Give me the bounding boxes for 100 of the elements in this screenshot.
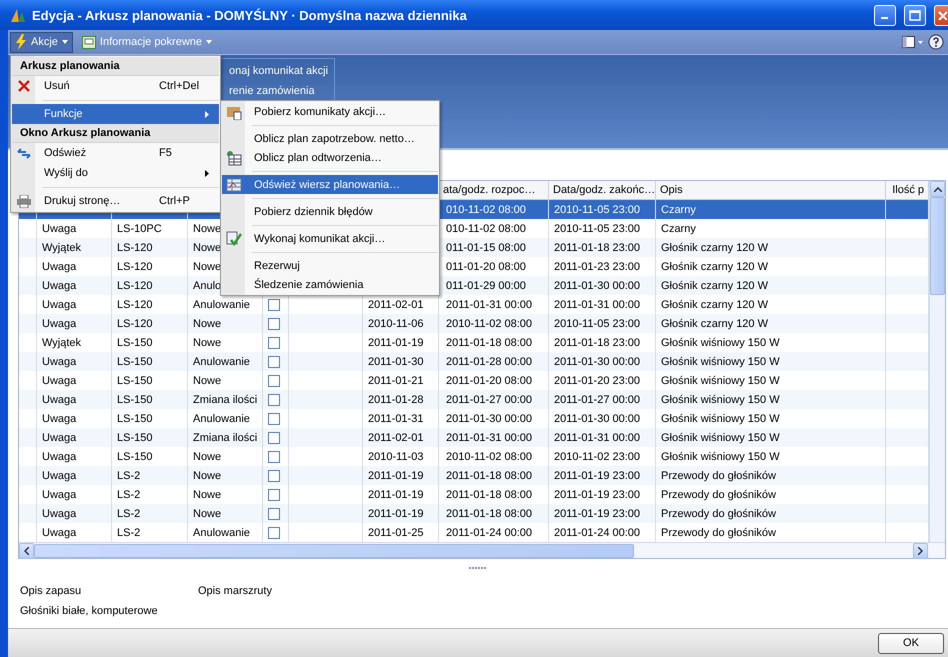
checkbox[interactable] <box>268 336 280 348</box>
table-cell: 2010-11-02 08:00 <box>446 450 532 462</box>
table-cell: LS-120 <box>117 280 152 292</box>
table-cell: 2011-01-27 00:00 <box>446 394 532 406</box>
ok-button[interactable]: OK <box>878 632 944 654</box>
table-cell: 011-01-15 08:00 <box>446 242 526 254</box>
scroll-left-icon[interactable] <box>24 546 29 554</box>
table-cell: Uwaga <box>42 412 76 424</box>
table-cell: LS-150 <box>117 394 152 406</box>
table-cell: LS-150 <box>117 412 152 424</box>
table-cell: LS-120 <box>117 298 152 310</box>
submenu-arrow-icon <box>205 170 209 176</box>
table-cell: Wyjątek <box>42 336 82 348</box>
table-cell: 2011-01-24 00:00 <box>446 526 532 538</box>
table-cell: Głośnik wiśniowy 150 W <box>661 336 780 348</box>
column-header[interactable]: Opis <box>660 184 683 196</box>
checkbox[interactable] <box>268 318 280 330</box>
table-cell: LS-120 <box>117 260 152 272</box>
table-cell: Wyjątek <box>42 242 82 254</box>
table-cell: LS-2 <box>117 508 140 520</box>
table-cell: Uwaga <box>42 508 76 520</box>
menu-item[interactable]: Funkcje <box>12 104 219 124</box>
table-cell: Uwaga <box>42 470 76 482</box>
menu-item[interactable]: Śledzenie zamówienia <box>222 275 438 294</box>
checkbox[interactable] <box>268 470 280 482</box>
table-row[interactable]: Uwaga LS-150 Zmiana ilości 2011-02-01 2011-01-31 00:00 2011-01-31 00:00 Głośnik wiśniowy 150 W <box>19 428 929 447</box>
table-cell: Czarny <box>661 204 696 216</box>
menu-item[interactable]: Pobierz komunikaty akcji… <box>222 102 438 121</box>
toolbar-menu-button[interactable]: Akcje <box>10 32 73 52</box>
checkbox[interactable] <box>268 374 280 386</box>
submenu-arrow-icon <box>205 110 209 118</box>
table-cell: Uwaga <box>42 222 76 234</box>
table-cell: 011-01-29 00:00 <box>446 280 526 292</box>
table-row[interactable]: Uwaga LS-150 Anulowanie 2011-01-30 2011-01-28 00:00 2011-01-30 00:00 Głośnik wiśniowy 150 W <box>19 352 929 371</box>
field-label: Opis zapasu <box>20 585 82 597</box>
table-cell: 010-11-02 08:00 <box>446 204 526 216</box>
table-cell: 010-11-02 08:00 <box>446 222 526 234</box>
menu-item[interactable]: Usuń Ctrl+Del <box>12 76 219 96</box>
table-cell: 2011-01-27 00:00 <box>554 394 640 406</box>
table-cell: Czarny <box>661 222 696 234</box>
table-cell: 2011-01-30 00:00 <box>446 412 532 424</box>
minimize-button[interactable] <box>874 4 896 26</box>
table-cell: Uwaga <box>42 394 76 406</box>
menu-item[interactable]: Odśwież F5 <box>12 143 219 163</box>
menu-item[interactable]: Oblicz plan odtworzenia… <box>222 148 438 167</box>
table-cell: Uwaga <box>42 318 76 330</box>
help-icon[interactable] <box>928 34 944 50</box>
table-cell: Uwaga <box>42 260 76 272</box>
menu-item[interactable]: Wyślij do <box>12 163 219 183</box>
table-row[interactable]: Uwaga LS-2 Nowe 2011-01-19 2011-01-18 08:00 2011-01-19 23:00 Przewody do głośników <box>19 504 929 523</box>
horizontal-scrollbar[interactable] <box>19 542 945 558</box>
table-row[interactable]: Uwaga LS-150 Zmiana ilości 2011-01-28 2011-01-27 00:00 2011-01-27 00:00 Głośnik wiśniowy 150 W <box>19 390 929 409</box>
column-header[interactable]: Ilość p <box>892 184 924 196</box>
menu-section-header: Arkusz planowania <box>12 57 219 76</box>
checkbox[interactable] <box>268 508 280 520</box>
scroll-right-icon[interactable] <box>918 546 923 554</box>
ribbon-action[interactable]: onaj komunikat akcji <box>229 65 334 77</box>
table-cell: 2011-02-01 <box>368 298 424 310</box>
checkbox[interactable] <box>268 432 280 444</box>
checkbox[interactable] <box>268 298 280 310</box>
table-cell: 2011-01-18 23:00 <box>554 336 640 348</box>
table-cell: 2011-01-19 23:00 <box>554 470 640 482</box>
table-cell: LS-2 <box>117 470 140 482</box>
column-header[interactable]: Data/godz. zakońc… <box>553 184 655 196</box>
checkbox[interactable] <box>268 526 280 538</box>
menu-item[interactable]: Oblicz plan zapotrzebow. netto… <box>222 129 438 148</box>
checkbox[interactable] <box>268 488 280 500</box>
table-cell: 2011-01-19 <box>368 488 424 500</box>
maximize-icon <box>909 10 921 20</box>
table-cell: Głośnik czarny 120 W <box>661 298 768 310</box>
maximize-button[interactable] <box>904 4 926 26</box>
column-header[interactable]: ata/godz. rozpoc… <box>443 184 536 196</box>
checkbox[interactable] <box>268 394 280 406</box>
table-cell: LS-150 <box>117 432 152 444</box>
table-cell: Głośnik wiśniowy 150 W <box>661 412 780 424</box>
vertical-scrollbar[interactable] <box>929 181 945 542</box>
menu-section-header: Okno Arkusz planowania <box>12 124 219 143</box>
table-cell: Nowe <box>193 336 222 348</box>
menu-item[interactable]: Pobierz dziennik błędów <box>222 202 438 221</box>
table-cell: Głośnik czarny 120 W <box>661 260 768 272</box>
menu-item[interactable]: Odśwież wiersz planowania… <box>222 175 438 194</box>
table-cell: 2011-01-19 <box>368 508 424 520</box>
table-row[interactable]: Uwaga LS-120 Nowe 2010-11-06 2010-11-02 08:00 2010-11-05 23:00 Głośnik czarny 120 W <box>19 314 929 333</box>
menu-item[interactable]: Rezerwuj <box>222 256 438 275</box>
scroll-up-icon[interactable] <box>934 186 942 192</box>
checkbox[interactable] <box>268 450 280 462</box>
table-cell: Nowe <box>193 488 222 500</box>
checkbox[interactable] <box>268 356 280 368</box>
table-cell: 2011-02-01 <box>368 432 424 444</box>
checkbox[interactable] <box>268 412 280 424</box>
table-cell: Nowe <box>193 470 222 482</box>
table-cell: LS-150 <box>117 374 152 386</box>
table-row[interactable]: Uwaga LS-2 Nowe 2011-01-19 2011-01-18 08:00 2011-01-19 23:00 Przewody do głośników <box>19 466 929 485</box>
close-icon <box>936 10 946 20</box>
ribbon-action[interactable]: renie zamówienia <box>229 85 334 97</box>
table-cell: 2011-01-18 08:00 <box>446 508 532 520</box>
layout-icon[interactable] <box>902 36 924 48</box>
table-cell: Anulowanie <box>193 412 250 424</box>
close-button[interactable] <box>934 4 948 26</box>
window-icon <box>82 36 96 48</box>
